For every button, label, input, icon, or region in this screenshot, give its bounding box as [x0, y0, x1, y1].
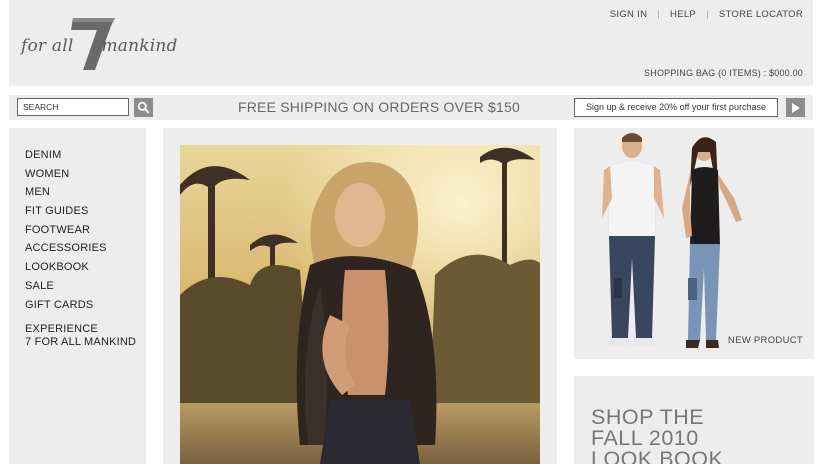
nav-item-women[interactable]: WOMEN: [25, 168, 107, 187]
nav-item-experience[interactable]: EXPERIENCE 7 FOR ALL MANKIND: [25, 323, 136, 348]
nav-item-gift-cards[interactable]: GIFT CARDS: [25, 299, 107, 318]
logo-text-for-all: for all: [21, 36, 74, 56]
hero-image[interactable]: [180, 145, 540, 464]
link-separator: |: [657, 9, 661, 20]
search-icon: [137, 101, 150, 114]
product-models-image: [602, 133, 742, 348]
hero-panel: [163, 128, 557, 464]
nav-item-fit-guides[interactable]: FIT GUIDES: [25, 205, 107, 224]
category-nav: DENIM WOMEN MEN FIT GUIDES FOOTWEAR ACCE…: [25, 149, 107, 317]
experience-line-1: EXPERIENCE: [25, 323, 98, 335]
nav-item-accessories[interactable]: ACCESSORIES: [25, 242, 107, 261]
experience-line-2: 7 FOR ALL MANKIND: [25, 335, 137, 348]
nav-item-lookbook[interactable]: LOOKBOOK: [25, 261, 107, 280]
sign-in-link[interactable]: SIGN IN: [610, 9, 647, 20]
nav-item-denim[interactable]: DENIM: [25, 149, 107, 168]
shopping-bag-link[interactable]: SHOPPING BAG (0 ITEMS) : $000.00: [644, 68, 803, 78]
new-product-label: NEW PRODUCT: [727, 335, 803, 346]
email-signup-field[interactable]: Sign up & receive 20% off your first pur…: [574, 98, 778, 117]
brand-logo[interactable]: for all mankind: [21, 16, 177, 72]
category-sidebar: DENIM WOMEN MEN FIT GUIDES FOOTWEAR ACCE…: [9, 128, 146, 464]
lookbook-promo-panel[interactable]: SHOP THE FALL 2010 LOOK BOOK: [574, 376, 814, 464]
signup-submit-button[interactable]: [786, 98, 805, 117]
promo-bar: FREE SHIPPING ON ORDERS OVER $150 Sign u…: [9, 95, 813, 120]
site-header: for all mankind SIGN IN | HELP | STORE LO…: [9, 0, 813, 86]
store-locator-link[interactable]: STORE LOCATOR: [719, 9, 803, 20]
nav-item-sale[interactable]: SALE: [25, 280, 107, 299]
play-arrow-icon: [791, 102, 800, 113]
logo-text-mankind: mankind: [101, 36, 178, 56]
help-link[interactable]: HELP: [670, 9, 696, 20]
lookbook-line-2: FALL 2010: [591, 426, 699, 450]
new-product-panel[interactable]: NEW PRODUCT: [574, 128, 814, 359]
lookbook-promo-heading: SHOP THE FALL 2010 LOOK BOOK: [591, 405, 724, 464]
nav-item-footwear[interactable]: FOOTWEAR: [25, 224, 107, 243]
lookbook-line-3: LOOK BOOK: [591, 447, 724, 464]
nav-item-men[interactable]: MEN: [25, 186, 107, 205]
search-button[interactable]: [134, 98, 153, 117]
free-shipping-banner: FREE SHIPPING ON ORDERS OVER $150: [237, 99, 520, 115]
utility-links: SIGN IN | HELP | STORE LOCATOR: [610, 9, 803, 20]
link-separator: |: [706, 9, 709, 20]
search-input[interactable]: [17, 98, 129, 116]
lookbook-line-1: SHOP THE: [591, 405, 705, 429]
